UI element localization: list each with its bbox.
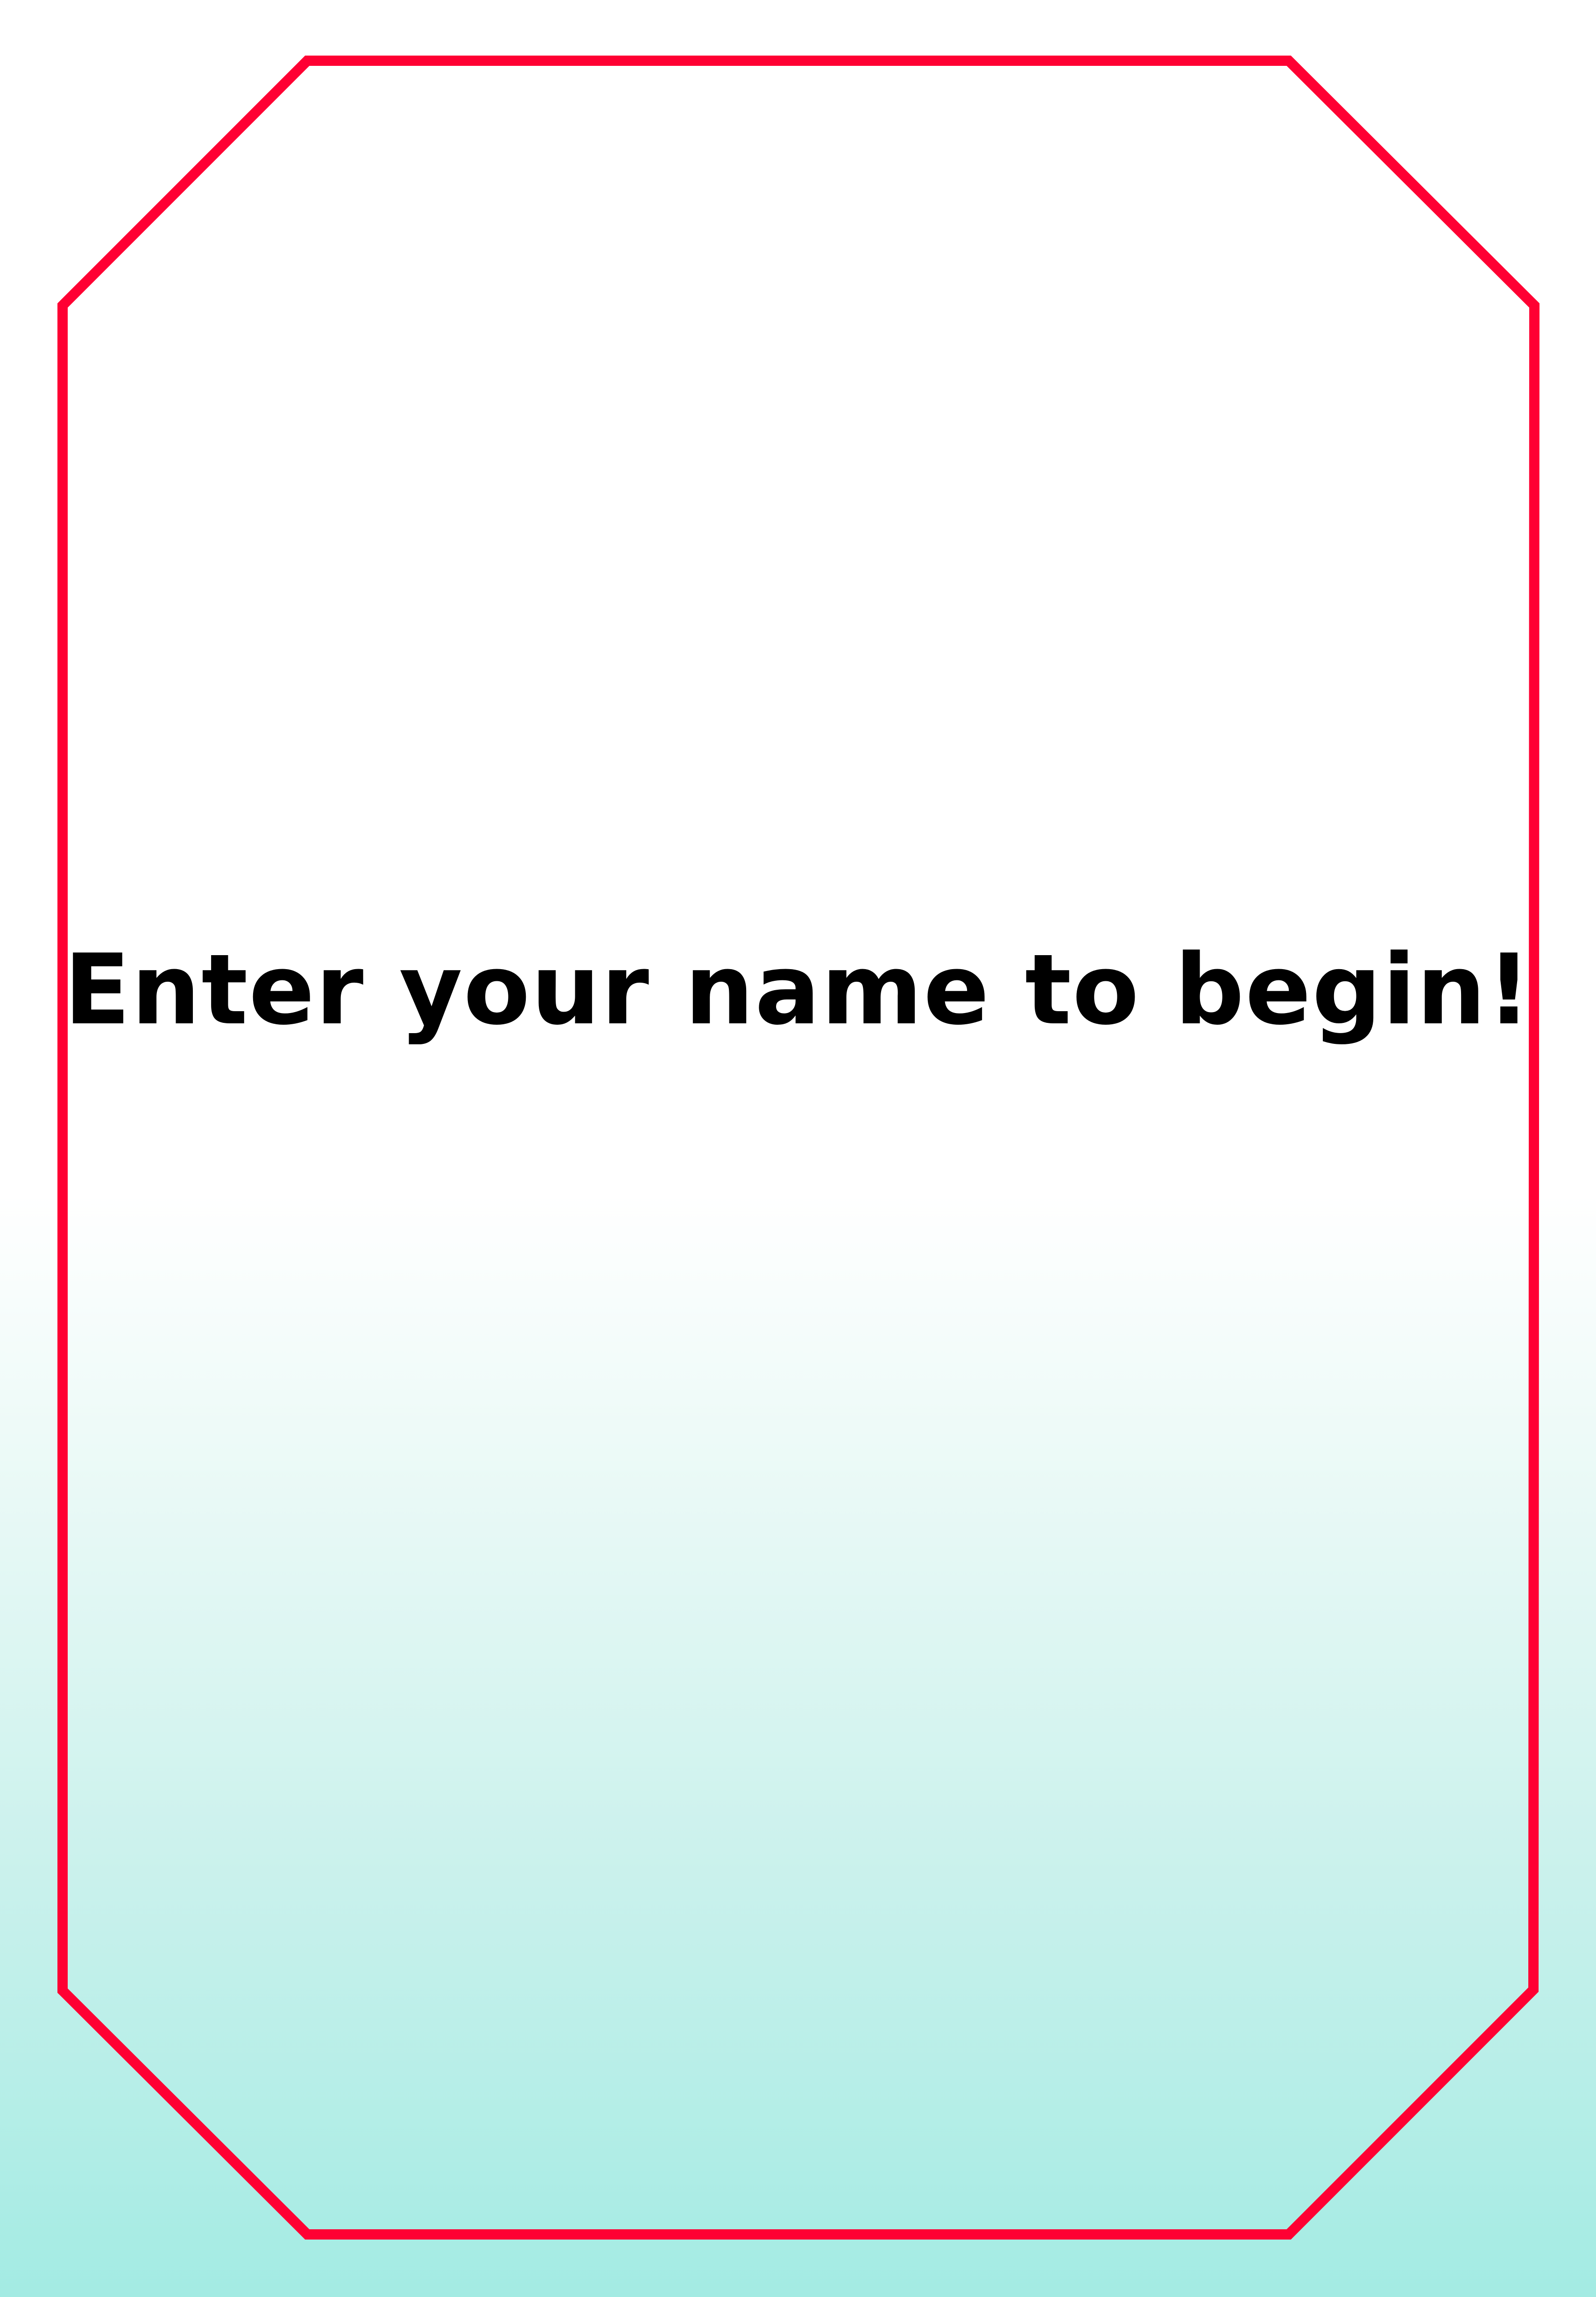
octagon-frame-border <box>57 56 1540 2240</box>
name-prompt-text: Enter your name to begin! <box>64 934 1532 1047</box>
octagon-frame <box>57 56 1540 2240</box>
